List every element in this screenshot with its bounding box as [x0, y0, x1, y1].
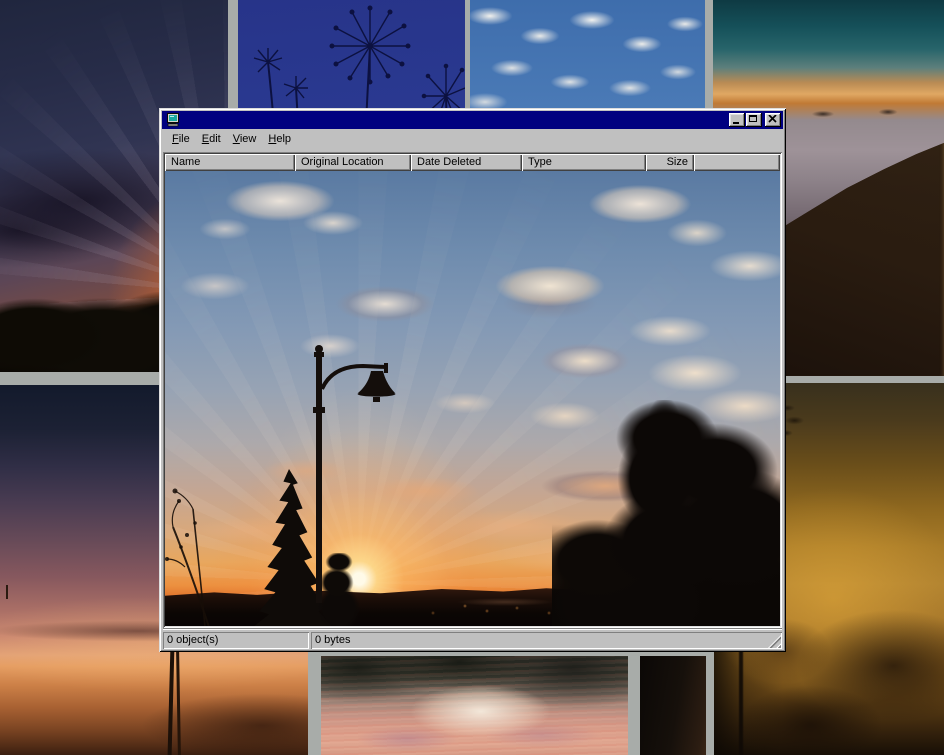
- resize-grip[interactable]: [768, 635, 781, 648]
- status-bar: 0 object(s) 0 bytes: [163, 628, 782, 649]
- status-bar-divider: [163, 628, 782, 630]
- column-header-name[interactable]: Name: [165, 154, 295, 171]
- column-header-original-location[interactable]: Original Location: [295, 154, 411, 171]
- screen: { "window": { "title": "", "icon": "my-c…: [0, 0, 944, 755]
- titlebar[interactable]: [162, 111, 783, 129]
- menu-view[interactable]: View: [227, 131, 263, 148]
- status-size: 0 bytes: [311, 632, 782, 649]
- lake-pole: [168, 647, 175, 755]
- sunset-photo-content[interactable]: [165, 171, 780, 626]
- column-header-row: Name Original Location Date Deleted Type…: [165, 154, 780, 171]
- recycle-bin-window: File Edit View Help Name Original Locati…: [159, 108, 786, 652]
- lake-pole: [176, 651, 181, 755]
- street-lamp-silhouette: [305, 343, 405, 603]
- file-list-view[interactable]: Name Original Location Date Deleted Type…: [163, 152, 782, 628]
- bg-photo-water-reflection: [321, 656, 628, 755]
- status-size-text: 0 bytes: [315, 634, 350, 646]
- menu-edit[interactable]: Edit: [196, 131, 227, 148]
- right-trees-silhouette: [552, 400, 780, 626]
- left-plant-silhouette: [165, 471, 213, 626]
- menu-help[interactable]: Help: [262, 131, 297, 148]
- status-panels: 0 object(s) 0 bytes: [163, 632, 782, 649]
- minimize-icon: [733, 122, 739, 124]
- close-icon: [768, 115, 777, 123]
- maximize-button[interactable]: [746, 113, 762, 127]
- menu-file[interactable]: File: [166, 131, 196, 148]
- bg-photo-dark-shore: [640, 656, 706, 755]
- column-header-size[interactable]: Size: [646, 154, 694, 171]
- menu-bar: File Edit View Help: [162, 129, 783, 149]
- my-computer-icon[interactable]: [165, 113, 180, 127]
- maximize-icon: [749, 115, 757, 122]
- close-button[interactable]: [765, 113, 781, 127]
- lake-stick: [6, 585, 8, 599]
- minimize-button[interactable]: [729, 113, 745, 127]
- status-object-count: 0 object(s): [163, 632, 309, 649]
- column-header-date-deleted[interactable]: Date Deleted: [411, 154, 522, 171]
- column-header-filler[interactable]: [694, 154, 780, 171]
- column-header-type[interactable]: Type: [522, 154, 646, 171]
